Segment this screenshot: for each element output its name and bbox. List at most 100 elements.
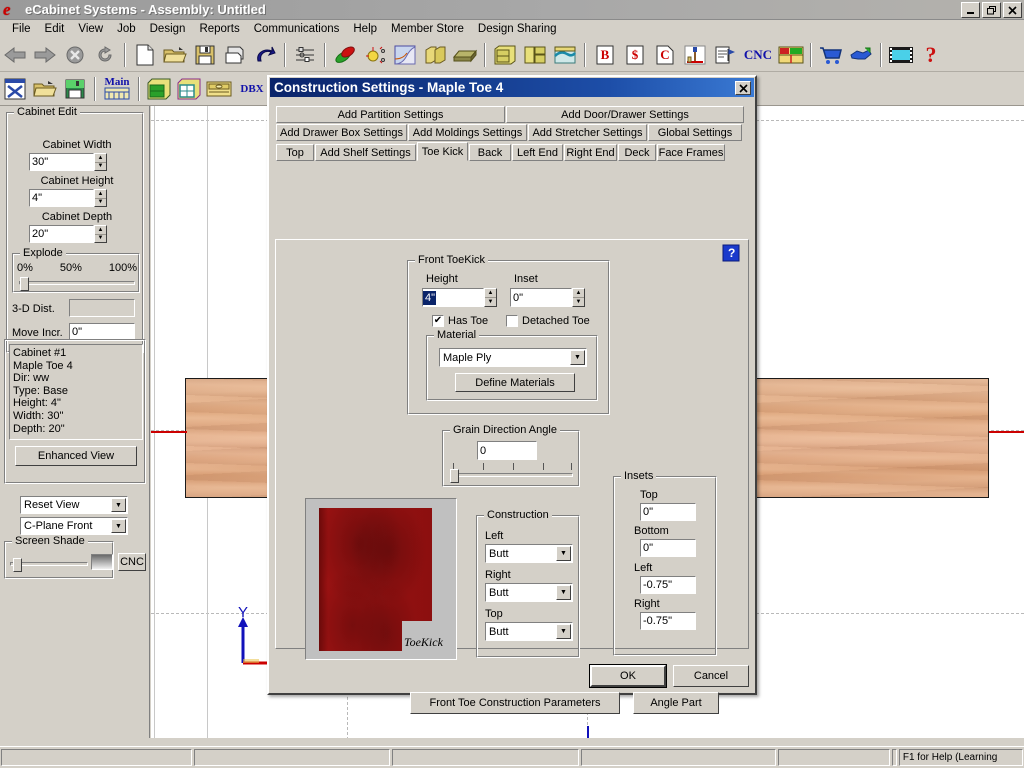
view-select[interactable]: Reset View ▼: [20, 496, 128, 514]
tab-add-drawer-box-settings[interactable]: Add Drawer Box Settings: [276, 124, 407, 141]
cabinet-depth-stepper[interactable]: ▲ ▼: [94, 225, 107, 243]
dbx-icon[interactable]: DBX: [235, 75, 269, 103]
tab-right-end[interactable]: Right End: [564, 144, 617, 161]
drawer-icon[interactable]: [205, 75, 233, 103]
tab-add-door-drawer-settings[interactable]: Add Door/Drawer Settings: [506, 106, 744, 123]
toekick-height-input[interactable]: 4": [422, 288, 484, 307]
screen-shade-slider[interactable]: [10, 558, 88, 572]
toekick-inset-input[interactable]: 0": [510, 288, 572, 307]
screen-shade-slider-thumb[interactable]: [13, 558, 22, 572]
assembly-edit-icon[interactable]: [175, 75, 203, 103]
drawing-icon[interactable]: [711, 41, 739, 69]
define-materials-button[interactable]: Define Materials: [455, 373, 575, 392]
print-icon[interactable]: [221, 41, 249, 69]
back-arrow-icon[interactable]: [1, 41, 29, 69]
chevron-down-icon[interactable]: ▼: [556, 546, 571, 561]
tab-deck[interactable]: Deck: [618, 144, 656, 161]
grain-angle-slider[interactable]: [450, 469, 573, 483]
chevron-down-icon[interactable]: ▼: [570, 350, 585, 365]
toekick-height-stepper[interactable]: ▲ ▼: [484, 288, 497, 307]
minimize-button[interactable]: [961, 2, 980, 18]
screen-shade-swatch[interactable]: [91, 554, 113, 570]
help-properties-icon[interactable]: ?: [722, 244, 740, 262]
construction-top-select[interactable]: Butt ▼: [485, 622, 573, 641]
cost-report-icon[interactable]: $: [621, 41, 649, 69]
nesting-icon[interactable]: [777, 41, 805, 69]
open-folder-icon[interactable]: [161, 41, 189, 69]
menu-item-member-store[interactable]: Member Store: [384, 22, 471, 36]
shopping-cart-icon[interactable]: [817, 41, 845, 69]
explode-slider-thumb[interactable]: [20, 277, 29, 291]
tab-top[interactable]: Top: [276, 144, 314, 161]
grain-angle-slider-thumb[interactable]: [450, 469, 459, 483]
new-document-icon[interactable]: [131, 41, 159, 69]
options-list-icon[interactable]: [291, 41, 319, 69]
enhanced-view-button[interactable]: Enhanced View: [15, 446, 137, 466]
cabinet-width-input[interactable]: 30": [29, 153, 94, 171]
menu-item-view[interactable]: View: [71, 22, 110, 36]
edge-profile-icon[interactable]: [391, 41, 419, 69]
cabinet-width-stepper[interactable]: ▲ ▼: [94, 153, 107, 171]
chevron-down-icon[interactable]: ▼: [111, 498, 126, 512]
insets-right-input[interactable]: -0.75": [640, 612, 696, 630]
restore-button[interactable]: [982, 2, 1001, 18]
menu-item-edit[interactable]: Edit: [38, 22, 72, 36]
front-toe-construction-parameters-button[interactable]: Front Toe Construction Parameters: [410, 692, 620, 714]
detached-toe-checkbox[interactable]: [506, 315, 518, 327]
menu-item-design[interactable]: Design: [143, 22, 193, 36]
tab-add-stretcher-settings[interactable]: Add Stretcher Settings: [528, 124, 647, 141]
tab-add-shelf-settings[interactable]: Add Shelf Settings: [315, 144, 416, 161]
refresh-icon[interactable]: [91, 41, 119, 69]
tab-left-end[interactable]: Left End: [512, 144, 563, 161]
chevron-down-icon[interactable]: ▼: [556, 585, 571, 600]
material-select[interactable]: Maple Ply ▼: [439, 348, 587, 367]
machining-icon[interactable]: [681, 41, 709, 69]
save-job-icon[interactable]: [61, 75, 89, 103]
countertop-icon[interactable]: [551, 41, 579, 69]
cabinet-part-right[interactable]: [755, 378, 989, 498]
tab-back[interactable]: Back: [469, 144, 511, 161]
forward-arrow-icon[interactable]: [31, 41, 59, 69]
menu-item-help[interactable]: Help: [346, 22, 384, 36]
tab-toe-kick[interactable]: Toe Kick: [417, 142, 468, 161]
construction-left-select[interactable]: Butt ▼: [485, 544, 573, 563]
ok-button[interactable]: OK: [589, 664, 667, 688]
toekick-inset-stepper[interactable]: ▲ ▼: [572, 288, 585, 307]
menu-item-job[interactable]: Job: [110, 22, 143, 36]
handshake-icon[interactable]: [847, 41, 875, 69]
cabinet-icon[interactable]: [491, 41, 519, 69]
dialog-close-button[interactable]: [735, 81, 751, 95]
cancel-button[interactable]: Cancel: [673, 665, 749, 687]
help-question-icon[interactable]: ?: [917, 41, 945, 69]
insets-bottom-input[interactable]: 0": [640, 539, 696, 557]
tab-add-moldings-settings[interactable]: Add Moldings Settings: [408, 124, 527, 141]
save-disk-icon[interactable]: [191, 41, 219, 69]
new-job-icon[interactable]: [1, 75, 29, 103]
insets-left-input[interactable]: -0.75": [640, 576, 696, 594]
detached-toe-checkbox-row[interactable]: Detached Toe: [506, 315, 590, 327]
main-library-icon[interactable]: Main: [101, 75, 133, 103]
video-icon[interactable]: [887, 41, 915, 69]
stop-icon[interactable]: [61, 41, 89, 69]
tab-add-partition-settings[interactable]: Add Partition Settings: [276, 106, 505, 123]
moldings-icon[interactable]: [421, 41, 449, 69]
menu-item-file[interactable]: File: [5, 22, 38, 36]
hardware-icon[interactable]: [361, 41, 389, 69]
explode-slider[interactable]: [19, 277, 135, 291]
menu-item-design-sharing[interactable]: Design Sharing: [471, 22, 564, 36]
cabinet-height-input[interactable]: 4": [29, 189, 94, 207]
tab-face-frames[interactable]: Face Frames: [657, 144, 725, 161]
cabinet-depth-input[interactable]: 20": [29, 225, 94, 243]
panel-icon[interactable]: [451, 41, 479, 69]
angle-part-button[interactable]: Angle Part: [633, 692, 719, 714]
cutlist-report-icon[interactable]: C: [651, 41, 679, 69]
close-button[interactable]: [1003, 2, 1022, 18]
insets-top-input[interactable]: 0": [640, 503, 696, 521]
construction-right-select[interactable]: Butt ▼: [485, 583, 573, 602]
open-job-icon[interactable]: [31, 75, 59, 103]
cabinet-group-icon[interactable]: [521, 41, 549, 69]
chevron-down-icon[interactable]: ▼: [111, 519, 126, 533]
materials-icon[interactable]: [331, 41, 359, 69]
chevron-down-icon[interactable]: ▼: [556, 624, 571, 639]
tab-global-settings[interactable]: Global Settings: [648, 124, 742, 141]
